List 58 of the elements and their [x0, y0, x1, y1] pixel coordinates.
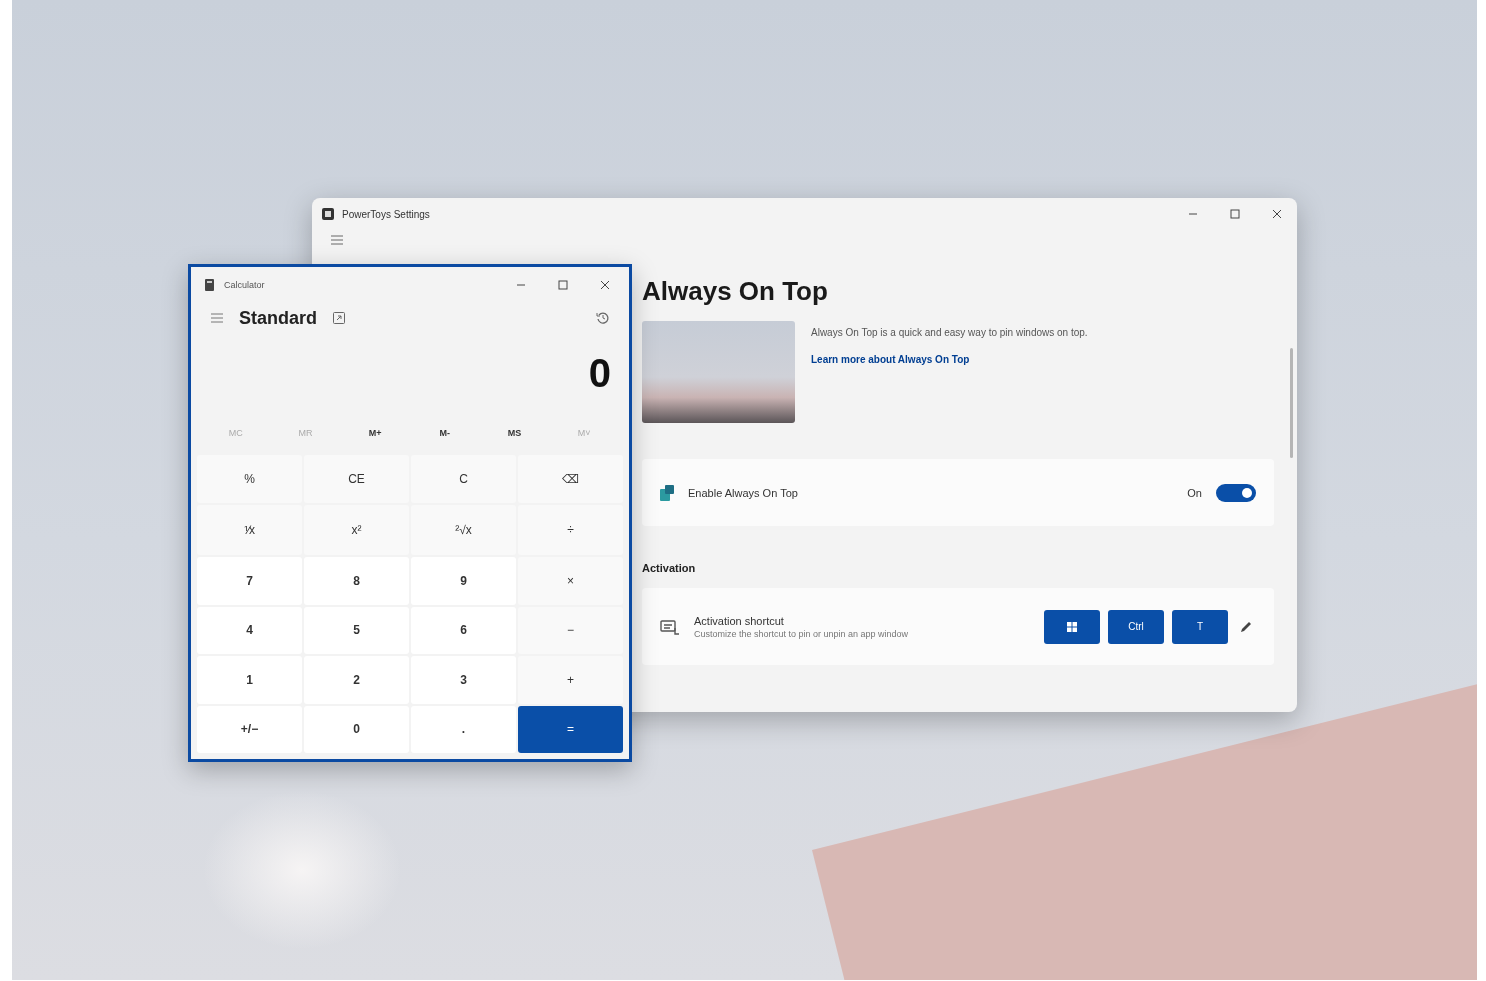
calculator-key[interactable]: 6	[411, 606, 516, 654]
calculator-key[interactable]: +/−	[197, 705, 302, 753]
calculator-display: 0	[587, 350, 612, 397]
calculator-key[interactable]: C	[411, 455, 516, 503]
learn-more-link[interactable]: Learn more about Always On Top	[811, 354, 1088, 365]
calculator-key[interactable]: 2	[304, 656, 409, 704]
setting-label: Enable Always On Top	[688, 486, 798, 499]
calculator-key[interactable]: 4	[197, 606, 302, 654]
app-icon	[660, 484, 674, 501]
calculator-key[interactable]: ÷	[518, 504, 623, 555]
app-icon	[322, 208, 334, 220]
calculator-key[interactable]: ×	[518, 557, 623, 605]
history-icon	[596, 311, 610, 325]
toggle-state-label: On	[1187, 486, 1202, 499]
calculator-key[interactable]: 9	[411, 557, 516, 605]
app-icon	[205, 279, 214, 291]
calculator-key[interactable]: =	[518, 705, 623, 753]
calculator-key[interactable]: 5	[304, 606, 409, 654]
memory-button[interactable]: M-	[410, 427, 480, 439]
menu-icon	[331, 235, 343, 245]
calculator-key[interactable]: ⅟x	[197, 504, 302, 555]
window-title: Calculator	[224, 280, 265, 290]
page-title: Always On Top	[642, 276, 829, 307]
calculator-key[interactable]: %	[197, 455, 302, 503]
calculator-key[interactable]: ⌫	[518, 455, 623, 503]
menu-icon	[211, 313, 223, 323]
calculator-key[interactable]: −	[518, 606, 623, 654]
memory-button[interactable]: M+	[340, 427, 410, 439]
calculator-key[interactable]: 8	[304, 557, 409, 605]
calculator-key[interactable]: x²	[304, 504, 409, 555]
shortcut-key: Ctrl	[1108, 609, 1164, 644]
calculator-key[interactable]: .	[411, 705, 516, 753]
memory-button[interactable]: MS	[479, 427, 550, 439]
keyboard-icon	[660, 618, 680, 635]
scrollbar[interactable]	[1290, 348, 1293, 458]
calculator-key[interactable]: CE	[304, 455, 409, 503]
calculator-key[interactable]: 3	[411, 656, 516, 704]
setting-description: Customize the shortcut to pin or unpin an app window	[694, 628, 909, 639]
shortcut-key: T	[1172, 609, 1228, 644]
section-header: Activation	[642, 562, 697, 574]
calculator-key[interactable]: 7	[197, 557, 302, 605]
windows-logo-icon	[1067, 621, 1077, 632]
close-icon	[600, 280, 610, 290]
calculator-key[interactable]: ²√x	[411, 504, 516, 555]
maximize-icon	[1230, 209, 1240, 219]
overlay-window-icon	[333, 312, 345, 324]
description-text: Always On Top is a quick and easy way to pin windows on top.	[811, 327, 1088, 338]
mode-title: Standard	[239, 307, 317, 329]
toggle-switch[interactable]	[1216, 483, 1256, 502]
setting-label: Activation shortcut	[694, 614, 785, 627]
menu-button[interactable]	[330, 234, 344, 246]
calculator-key[interactable]: 0	[304, 705, 409, 753]
maximize-icon	[558, 280, 568, 290]
calculator-key[interactable]: 1	[197, 656, 302, 704]
calculator-key[interactable]: +	[518, 656, 623, 704]
close-icon	[1272, 209, 1282, 219]
pencil-icon	[1239, 619, 1253, 634]
window-title: PowerToys Settings	[342, 208, 430, 220]
